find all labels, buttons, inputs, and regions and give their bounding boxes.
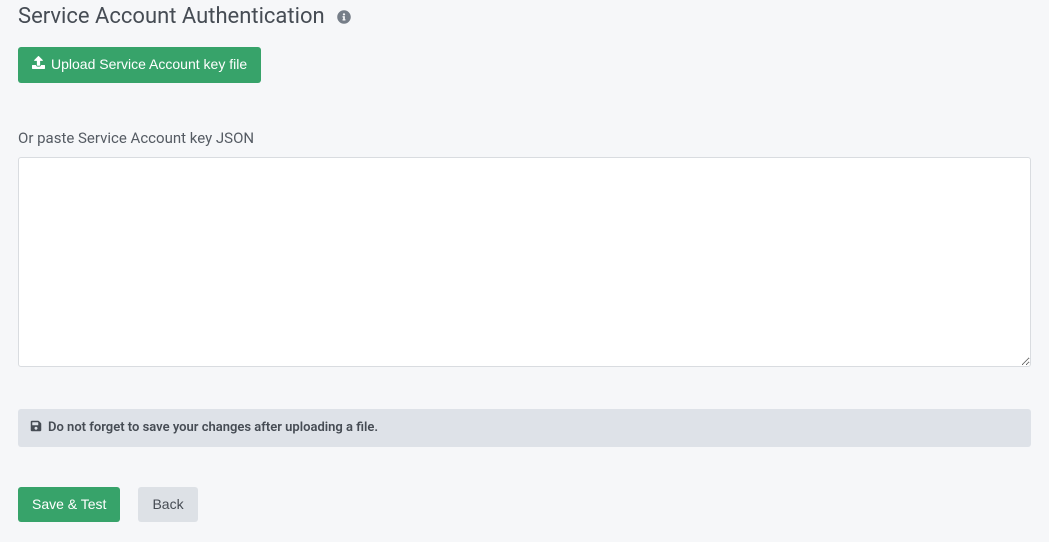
upload-key-file-button[interactable]: Upload Service Account key file <box>18 47 261 83</box>
section-title-text: Service Account Authentication <box>18 4 325 29</box>
info-icon[interactable] <box>337 10 351 24</box>
upload-button-label: Upload Service Account key file <box>51 55 247 75</box>
service-account-json-textarea[interactable] <box>18 157 1031 367</box>
paste-json-label: Or paste Service Account key JSON <box>18 129 1031 147</box>
save-reminder-text: Do not forget to save your changes after… <box>48 420 378 435</box>
save-and-test-label: Save & Test <box>32 495 106 515</box>
action-button-row: Save & Test Back <box>18 487 1031 523</box>
save-reminder-notice: Do not forget to save your changes after… <box>18 409 1031 447</box>
save-and-test-button[interactable]: Save & Test <box>18 487 120 523</box>
save-icon <box>30 420 42 436</box>
section-title: Service Account Authentication <box>18 4 1031 29</box>
back-button[interactable]: Back <box>138 487 197 523</box>
upload-icon <box>32 55 45 75</box>
back-label: Back <box>152 495 183 515</box>
